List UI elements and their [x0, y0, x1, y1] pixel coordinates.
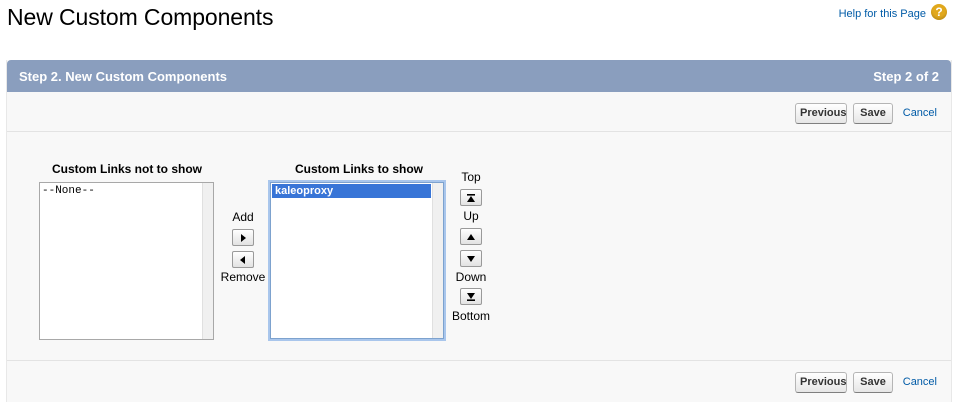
remove-button[interactable] — [232, 251, 254, 268]
step-count: Step 2 of 2 — [873, 69, 939, 84]
top-label: Top — [461, 170, 481, 184]
available-list-label: Custom Links not to show — [52, 162, 202, 176]
list-item-selected[interactable]: kaleoproxy — [272, 184, 431, 198]
available-scrollbar[interactable] — [202, 183, 213, 339]
cancel-link[interactable]: Cancel — [903, 107, 937, 119]
bottom-label: Bottom — [451, 309, 490, 323]
arrow-down-icon — [467, 256, 475, 262]
save-button[interactable]: Save — [853, 103, 893, 124]
list-item[interactable]: --None-- — [42, 185, 95, 197]
up-label: Up — [463, 209, 479, 223]
move-up-button[interactable] — [460, 228, 482, 245]
selected-list-label: Custom Links to show — [294, 162, 423, 176]
selected-scrollbar[interactable] — [432, 183, 443, 338]
selected-listbox[interactable]: kaleoproxy — [270, 182, 444, 339]
cancel-link-bottom[interactable]: Cancel — [903, 376, 937, 388]
move-bottom-icon — [467, 293, 475, 301]
arrow-left-icon — [240, 256, 245, 264]
move-down-button[interactable] — [460, 250, 482, 267]
move-top-icon — [467, 194, 475, 202]
add-button[interactable] — [232, 229, 254, 246]
help-link[interactable]: Help for this Page — [839, 8, 926, 20]
save-button-bottom[interactable]: Save — [853, 372, 893, 393]
remove-label: Remove — [220, 270, 266, 284]
top-button-row: Previous Save Cancel — [7, 92, 951, 132]
add-label: Add — [232, 210, 254, 224]
down-label: Down — [455, 270, 487, 284]
arrow-right-icon — [241, 234, 246, 242]
previous-button[interactable]: Previous — [795, 103, 847, 124]
page-title: New Custom Components — [7, 4, 274, 30]
move-top-button[interactable] — [460, 189, 482, 206]
available-listbox[interactable]: --None-- — [39, 182, 214, 340]
previous-button-bottom[interactable]: Previous — [795, 372, 847, 393]
wizard-panel: Step 2. New Custom Components Step 2 of … — [6, 60, 952, 402]
step-title: Step 2. New Custom Components — [19, 69, 228, 84]
move-bottom-button[interactable] — [460, 288, 482, 305]
step-header: Step 2. New Custom Components Step 2 of … — [7, 60, 951, 92]
help-icon[interactable]: ? — [931, 4, 947, 20]
bottom-button-row: Previous Save Cancel — [7, 360, 951, 400]
arrow-up-icon — [467, 234, 475, 240]
